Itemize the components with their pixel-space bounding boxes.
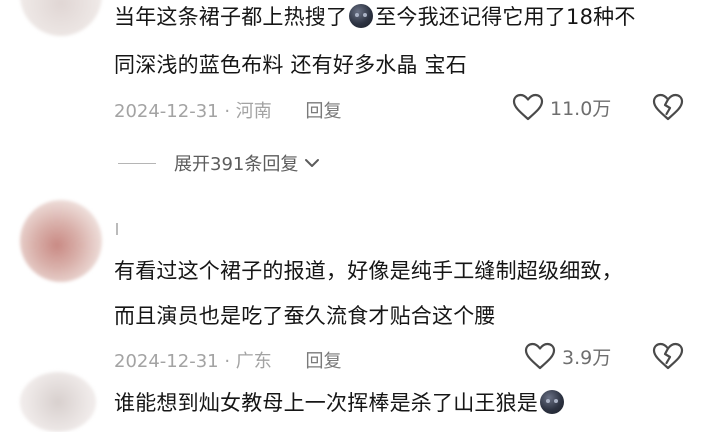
comment-location: · 广东 <box>224 351 272 372</box>
comment-text: 有看过这个裙子的报道，好像是纯手工缝制超级细致， <box>114 259 623 283</box>
broken-heart-icon[interactable] <box>652 342 684 370</box>
expand-replies-label: 展开391条回复 <box>174 154 299 175</box>
avatar[interactable] <box>20 0 102 36</box>
comment-location: · 河南 <box>224 101 272 122</box>
dark-face-emoji-icon <box>540 390 564 414</box>
comment-meta: 2024-12-31 · 河南 回复 <box>114 97 342 123</box>
like-button[interactable]: 11.0万 <box>512 93 611 121</box>
comment-text: 而且演员也是吃了蚕久流食才贴合这个腰 <box>114 304 496 328</box>
broken-heart-icon[interactable] <box>652 93 684 121</box>
like-count: 11.0万 <box>550 97 612 120</box>
heart-outline-icon <box>512 93 544 121</box>
comment-meta: 2024-12-31 · 广东 回复 <box>114 347 342 373</box>
avatar[interactable] <box>20 372 96 432</box>
heart-outline-icon <box>524 342 556 370</box>
divider <box>116 223 118 235</box>
comment-text: 同深浅的蓝色布料 还有好多水晶 宝石 <box>114 53 467 77</box>
reply-button[interactable]: 回复 <box>306 351 342 372</box>
comment-date: 2024-12-31 <box>114 351 219 372</box>
avatar[interactable] <box>20 200 102 282</box>
chevron-down-icon <box>304 153 320 174</box>
comment-date: 2024-12-31 <box>114 101 219 122</box>
comment-text: 谁能想到灿女教母上一次挥棒是杀了山王狼是 <box>114 388 566 418</box>
reply-button[interactable]: 回复 <box>306 101 342 122</box>
divider <box>118 162 156 164</box>
like-button[interactable]: 3.9万 <box>524 342 611 370</box>
like-count: 3.9万 <box>562 346 612 369</box>
expand-replies-button[interactable]: 展开391条回复 <box>118 150 320 176</box>
comment-text: 当年这条裙子都上热搜了 至今我还记得它用了18种不 <box>114 4 636 29</box>
dark-face-emoji-icon <box>349 4 374 28</box>
